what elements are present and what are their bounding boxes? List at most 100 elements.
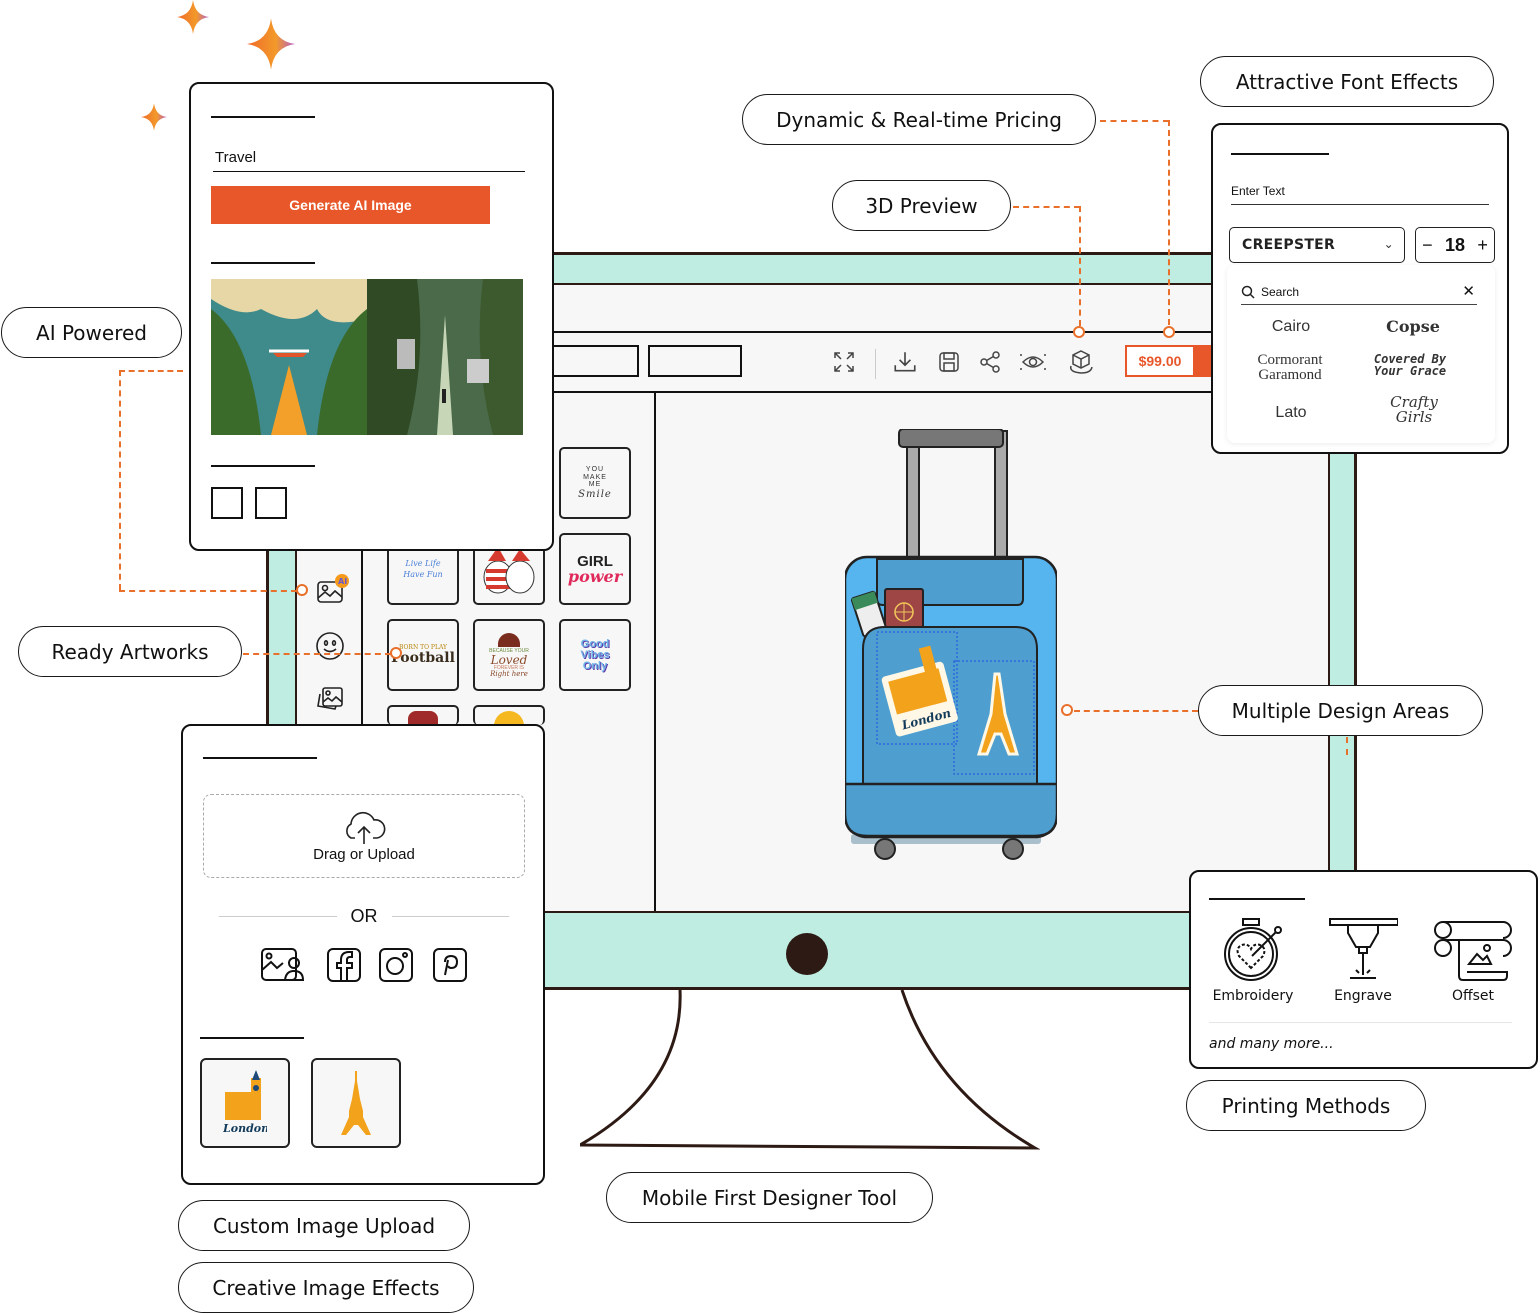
connector-design-areas [1074,710,1198,712]
generated-image-travel-jungle[interactable] [367,279,523,435]
selected-font: CREEPSTER [1242,237,1336,253]
connector-3d-preview [1013,206,1080,208]
method-embroidery[interactable]: Embroidery [1203,918,1303,1004]
toolbar-field[interactable] [648,345,742,377]
method-label: Offset [1451,988,1495,1004]
preview-eye-icon[interactable] [1019,348,1047,376]
section-rule [211,262,315,264]
image-upload-card: Drag or Upload OR London [181,724,545,1185]
font-search-input[interactable]: Search ✕ [1241,279,1477,305]
generated-image-travel-road[interactable] [211,279,367,435]
label-mobile-first: Mobile First Designer Tool [606,1172,933,1223]
font-option-copse[interactable]: Copse [1353,319,1473,335]
search-placeholder: Search [1261,284,1300,299]
uploaded-london-sticker[interactable]: London [200,1058,290,1148]
chevron-down-icon: ⌄ [1383,237,1394,251]
divider [1209,1022,1512,1023]
connector-artworks [243,653,391,655]
section-rule [1209,898,1305,900]
label-3d-preview: 3D Preview [832,180,1011,231]
cloud-upload-icon [346,811,386,844]
printing-methods-card: Embroidery Engrave Offset and many more.… [1189,870,1538,1069]
method-label: Engrave [1334,988,1392,1004]
gallery-icon[interactable] [261,948,305,982]
uploaded-eiffel-tower-sticker[interactable] [311,1058,401,1148]
label-font-effects: Attractive Font Effects [1200,56,1494,107]
section-rule [1231,153,1329,155]
download-icon[interactable] [891,348,919,376]
london-sticker-text: London [223,1122,267,1135]
generate-ai-image-button[interactable]: Generate AI Image [211,186,490,224]
connector-dot [1073,326,1085,338]
price-display: $99.00 [1125,345,1195,377]
toolbar-field[interactable] [547,345,639,377]
offset-icon [1434,921,1512,981]
connector-ai [119,590,297,592]
connector-dot [296,584,308,596]
gallery-icon[interactable] [315,685,347,717]
label-ai-powered: AI Powered [1,307,182,358]
font-option-crafty-girls[interactable]: Crafty Girls [1377,395,1451,425]
connector-dot [1163,326,1175,338]
artwork-you-make-me-smile[interactable]: YOU MAKE ME Smile [559,447,631,519]
connector-ai [119,370,121,590]
section-rule [211,465,315,467]
method-offset[interactable]: Offset [1423,918,1523,1004]
artwork-yellow-character[interactable] [473,705,545,725]
font-option-cormorant-garamond[interactable]: Cormorant Garamond [1231,353,1349,383]
close-icon[interactable]: ✕ [1462,282,1475,300]
artwork-coffee-loved[interactable]: BECAUSE YOUR Loved FOREVER IS Right here [473,619,545,691]
monitor-stand [580,990,1040,1150]
toolbar-separator [875,349,876,379]
facebook-icon[interactable] [327,948,361,982]
search-icon [1241,285,1255,299]
font-option-lato[interactable]: Lato [1231,405,1351,421]
artwork-red-hat[interactable] [387,705,459,725]
suitcase-product: London [845,429,1057,860]
ai-image-icon[interactable]: AI [315,573,349,605]
sparkle-icon [247,18,295,70]
artwork-girl-power[interactable]: GIRL power [559,533,631,605]
section-rule [211,116,315,118]
connector-pricing [1168,120,1170,325]
label-custom-upload: Custom Image Upload [178,1200,470,1251]
font-option-cairo[interactable]: Cairo [1231,319,1351,335]
method-label: Embroidery [1212,988,1294,1004]
ai-prompt-input[interactable]: Travel [213,144,525,172]
plus-icon[interactable]: + [1477,235,1488,256]
connector-dot [390,647,402,659]
font-size-stepper[interactable]: − 18 + [1415,227,1495,263]
drag-upload-zone[interactable]: Drag or Upload [203,794,525,878]
svg-text:AI: AI [338,577,347,586]
3d-preview-icon[interactable] [1067,348,1095,376]
smiley-icon[interactable] [315,631,347,663]
pinterest-icon[interactable] [433,948,467,982]
connector-dot [1061,704,1073,716]
font-family-select[interactable]: CREEPSTER ⌄ [1229,227,1405,263]
share-icon[interactable] [976,348,1004,376]
text-input[interactable]: Enter Text [1231,177,1489,205]
monitor-power-dot [786,933,828,975]
font-option-covered-by-your-grace[interactable]: Covered By Your Grace [1365,353,1455,377]
artwork-good-vibes-only[interactable]: Good Vibes Only [559,619,631,691]
label-ready-artworks: Ready Artworks [18,626,242,677]
option-box[interactable] [211,487,243,519]
connector-3d-preview [1079,206,1081,326]
connector-ai [119,370,183,372]
font-dropdown: Search ✕ Cairo Copse Cormorant Garamond … [1227,265,1495,443]
section-rule [200,1037,304,1039]
option-box[interactable] [255,487,287,519]
or-divider: OR [219,906,509,927]
connector-pricing [1100,120,1169,122]
method-engrave[interactable]: Engrave [1313,918,1413,1004]
font-size-value: 18 [1444,234,1466,255]
label-printing-methods: Printing Methods [1186,1080,1426,1131]
minus-icon[interactable]: − [1422,235,1433,256]
more-methods-text: and many more... [1209,1036,1334,1052]
instagram-icon[interactable] [379,948,413,982]
save-icon[interactable] [935,348,963,376]
expand-icon[interactable] [830,348,858,376]
engrave-icon [1329,918,1398,979]
font-effects-card: Enter Text CREEPSTER ⌄ − 18 + Search ✕ C… [1211,123,1509,454]
embroidery-icon [1224,918,1282,981]
